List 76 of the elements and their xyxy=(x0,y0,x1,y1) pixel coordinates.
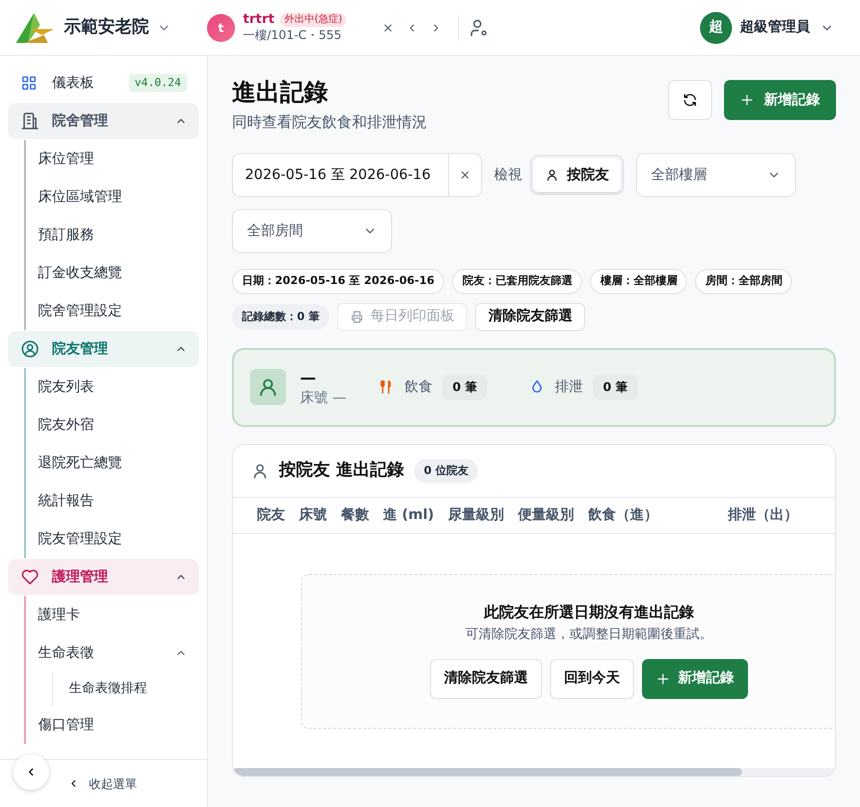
sidebar-group[interactable]: 院舍管理 xyxy=(8,103,199,139)
stat-label: 排泄 xyxy=(554,378,583,397)
sidebar-item[interactable]: 院友外宿 xyxy=(26,406,199,444)
column-header: 排泄（出） xyxy=(728,506,798,525)
close-icon[interactable] xyxy=(382,22,394,34)
user-settings-icon[interactable] xyxy=(469,18,490,38)
resident-count-badge: 0 位院友 xyxy=(414,458,478,484)
resident-name: — xyxy=(300,368,317,389)
action-button[interactable]: 清除院友篩選 xyxy=(430,658,542,699)
filter-chip: 日期：2026-05-16 至 2026-06-16 xyxy=(232,269,444,294)
stat-count: 0 筆 xyxy=(442,374,487,400)
sidebar-item[interactable]: 床位區域管理 xyxy=(26,178,199,216)
printer-icon xyxy=(350,310,364,324)
user-avatar[interactable]: 超 xyxy=(700,12,732,44)
refresh-icon xyxy=(682,92,698,108)
empty-message: 可清除院友篩選，或調整日期範圍後重試。 xyxy=(466,626,712,644)
filter-chip: 房間：全部房間 xyxy=(695,269,792,294)
refresh-button[interactable] xyxy=(668,80,712,120)
record-count-badge: 記錄總數：0 筆 xyxy=(232,304,330,330)
sidebar-item[interactable]: 儀表板 xyxy=(52,72,94,94)
column-header: 進 (ml) xyxy=(383,506,434,525)
user-avatar-icon xyxy=(250,369,286,406)
resident-name[interactable]: trtrt xyxy=(243,12,274,28)
sidebar-item[interactable]: 傷口管理 xyxy=(26,706,199,744)
room-select[interactable]: 全部房間 xyxy=(232,209,392,254)
sidebar-item[interactable]: 生命表徵 xyxy=(38,642,94,664)
sidebar-item[interactable]: 統計報告 xyxy=(26,482,199,520)
user-icon xyxy=(545,168,559,182)
sidebar-group[interactable]: 院友管理 xyxy=(8,331,199,367)
filter-chip: 樓層：全部樓層 xyxy=(590,269,688,294)
collapse-menu-button[interactable]: 收起選單 xyxy=(68,774,137,792)
sidebar-item[interactable]: 床位管理 xyxy=(26,140,199,178)
sidebar-item[interactable]: 院舍管理設定 xyxy=(26,292,199,330)
sidebar-item[interactable]: 生命表徵排程 xyxy=(53,672,199,706)
column-header: 餐數 xyxy=(341,506,369,525)
bed-number: 床號 — xyxy=(300,388,346,407)
add-record-button[interactable]: 新增記錄 xyxy=(724,80,836,120)
page-title: 進出記錄 xyxy=(232,78,329,107)
column-header: 尿量級別 xyxy=(448,506,504,525)
view-toggle-button[interactable]: 按院友 xyxy=(533,158,621,192)
page-subtitle: 同時查看院友飲食和排泄情況 xyxy=(232,112,427,133)
close-icon xyxy=(459,169,471,182)
plus-icon xyxy=(656,672,670,686)
stat-label: 飲食 xyxy=(404,378,432,397)
column-header: 飲食（進） xyxy=(588,506,658,525)
collapse-toggle-button[interactable] xyxy=(13,754,49,790)
version-badge: v4.0.24 xyxy=(128,74,187,92)
column-header: 院友 xyxy=(257,506,285,525)
floor-select[interactable]: 全部樓層 xyxy=(636,153,796,198)
plus-icon xyxy=(740,93,754,107)
stat-count: 0 筆 xyxy=(592,374,638,400)
logo-icon xyxy=(14,10,56,44)
resident-location: 一樓/101-C・555 xyxy=(243,28,343,44)
scrollbar-thumb[interactable] xyxy=(233,768,742,776)
grid-icon xyxy=(20,74,38,92)
column-header: 便量級別 xyxy=(518,506,574,525)
date-range-field[interactable]: 2026-05-16 至 2026-06-16 xyxy=(232,153,448,198)
filter-chip: 院友：已套用院友篩選 xyxy=(452,269,582,294)
user-icon xyxy=(251,462,269,480)
user-name[interactable]: 超級管理員 xyxy=(740,17,810,38)
status-badge: 外出中(急症) xyxy=(280,12,346,28)
sidebar-item[interactable]: 訂金收支總覽 xyxy=(26,254,199,292)
sidebar-group[interactable]: 護理管理 xyxy=(8,559,199,595)
sidebar-item[interactable]: 院友管理設定 xyxy=(26,520,199,558)
view-label: 檢視 xyxy=(494,166,522,185)
action-button[interactable]: 回到今天 xyxy=(550,658,634,699)
sidebar-item[interactable]: 退院死亡總覽 xyxy=(26,444,199,482)
sidebar-item[interactable]: 護理卡 xyxy=(26,596,199,634)
empty-title: 此院友在所選日期沒有進出記錄 xyxy=(484,602,694,623)
org-name[interactable]: 示範安老院 xyxy=(64,14,149,40)
column-header: 床號 xyxy=(299,506,327,525)
add-record-button[interactable]: 新增記錄 xyxy=(642,658,748,699)
clear-filter-button[interactable]: 清除院友篩選 xyxy=(475,302,586,331)
table-title: 按院友 進出記錄 xyxy=(279,459,404,482)
sidebar-item[interactable]: 預訂服務 xyxy=(26,216,199,254)
sidebar-item[interactable]: 院友列表 xyxy=(26,368,199,406)
